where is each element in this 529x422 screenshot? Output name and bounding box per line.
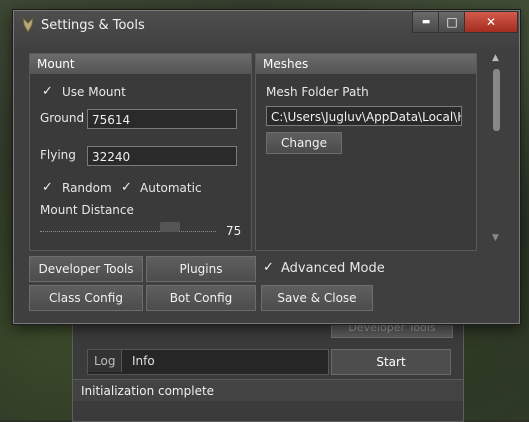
automatic-checkbox[interactable]: ✓ (121, 180, 132, 195)
random-label: Random (62, 181, 112, 195)
use-mount-checkbox[interactable]: ✓ (42, 84, 53, 99)
change-button[interactable]: Change (266, 132, 342, 154)
bot-config-button[interactable]: Bot Config (146, 285, 256, 311)
close-button[interactable]: ✕ (464, 11, 518, 33)
settings-dialog: Settings & Tools ▬ □ ✕ Mount ✓ Use Mount… (13, 10, 520, 324)
meshes-header: Meshes (256, 54, 476, 74)
tab-info[interactable]: Info (132, 350, 155, 372)
mesh-folder-label: Mesh Folder Path (266, 85, 369, 99)
maximize-icon: □ (446, 15, 458, 29)
save-close-button[interactable]: Save & Close (261, 285, 373, 311)
log-tabs: Log Info (87, 349, 329, 375)
scroll-down-icon[interactable]: ▼ (492, 233, 499, 243)
slider-thumb[interactable] (160, 222, 180, 232)
advanced-mode-label: Advanced Mode (281, 261, 385, 276)
start-button[interactable]: Start (331, 349, 451, 375)
plugins-button[interactable]: Plugins (146, 256, 256, 282)
minimize-button[interactable]: ▬ (412, 11, 440, 33)
flying-label: Flying (40, 148, 76, 162)
mount-distance-value: 75 (226, 224, 242, 238)
mount-panel: Mount ✓ Use Mount Ground 75614 Flying 32… (29, 53, 252, 251)
ground-label: Ground (40, 111, 85, 125)
dialog-title: Settings & Tools (41, 18, 145, 33)
automatic-label: Automatic (140, 181, 202, 195)
app-icon (22, 17, 34, 33)
developer-tools-button[interactable]: Developer Tools (29, 256, 143, 282)
scroll-thumb[interactable] (493, 69, 500, 131)
mount-distance-slider[interactable] (40, 222, 216, 236)
class-config-button[interactable]: Class Config (29, 285, 143, 311)
advanced-mode-checkbox[interactable]: ✓ (263, 260, 274, 275)
slider-track (40, 226, 216, 232)
use-mount-label: Use Mount (62, 85, 126, 99)
flying-input[interactable]: 32240 (87, 146, 237, 166)
mount-header: Mount (30, 54, 251, 74)
scroll-up-icon[interactable]: ▲ (492, 53, 499, 63)
status-bar: Initialization complete (73, 379, 463, 401)
maximize-button[interactable]: □ (438, 11, 466, 33)
meshes-panel: Meshes Mesh Folder Path C:\Users\Jugluv\… (255, 53, 477, 251)
scrollbar[interactable]: ▲ ▼ (490, 53, 504, 249)
close-icon: ✕ (485, 15, 497, 29)
tab-log[interactable]: Log (88, 350, 123, 372)
random-checkbox[interactable]: ✓ (42, 180, 53, 195)
ground-input[interactable]: 75614 (87, 109, 237, 129)
mount-distance-label: Mount Distance (40, 203, 134, 217)
title-bar[interactable]: Settings & Tools ▬ □ ✕ (14, 11, 519, 41)
mesh-folder-input[interactable]: C:\Users\Jugluv\AppData\Local\Hon (266, 106, 462, 126)
minimize-icon: ▬ (421, 17, 431, 27)
